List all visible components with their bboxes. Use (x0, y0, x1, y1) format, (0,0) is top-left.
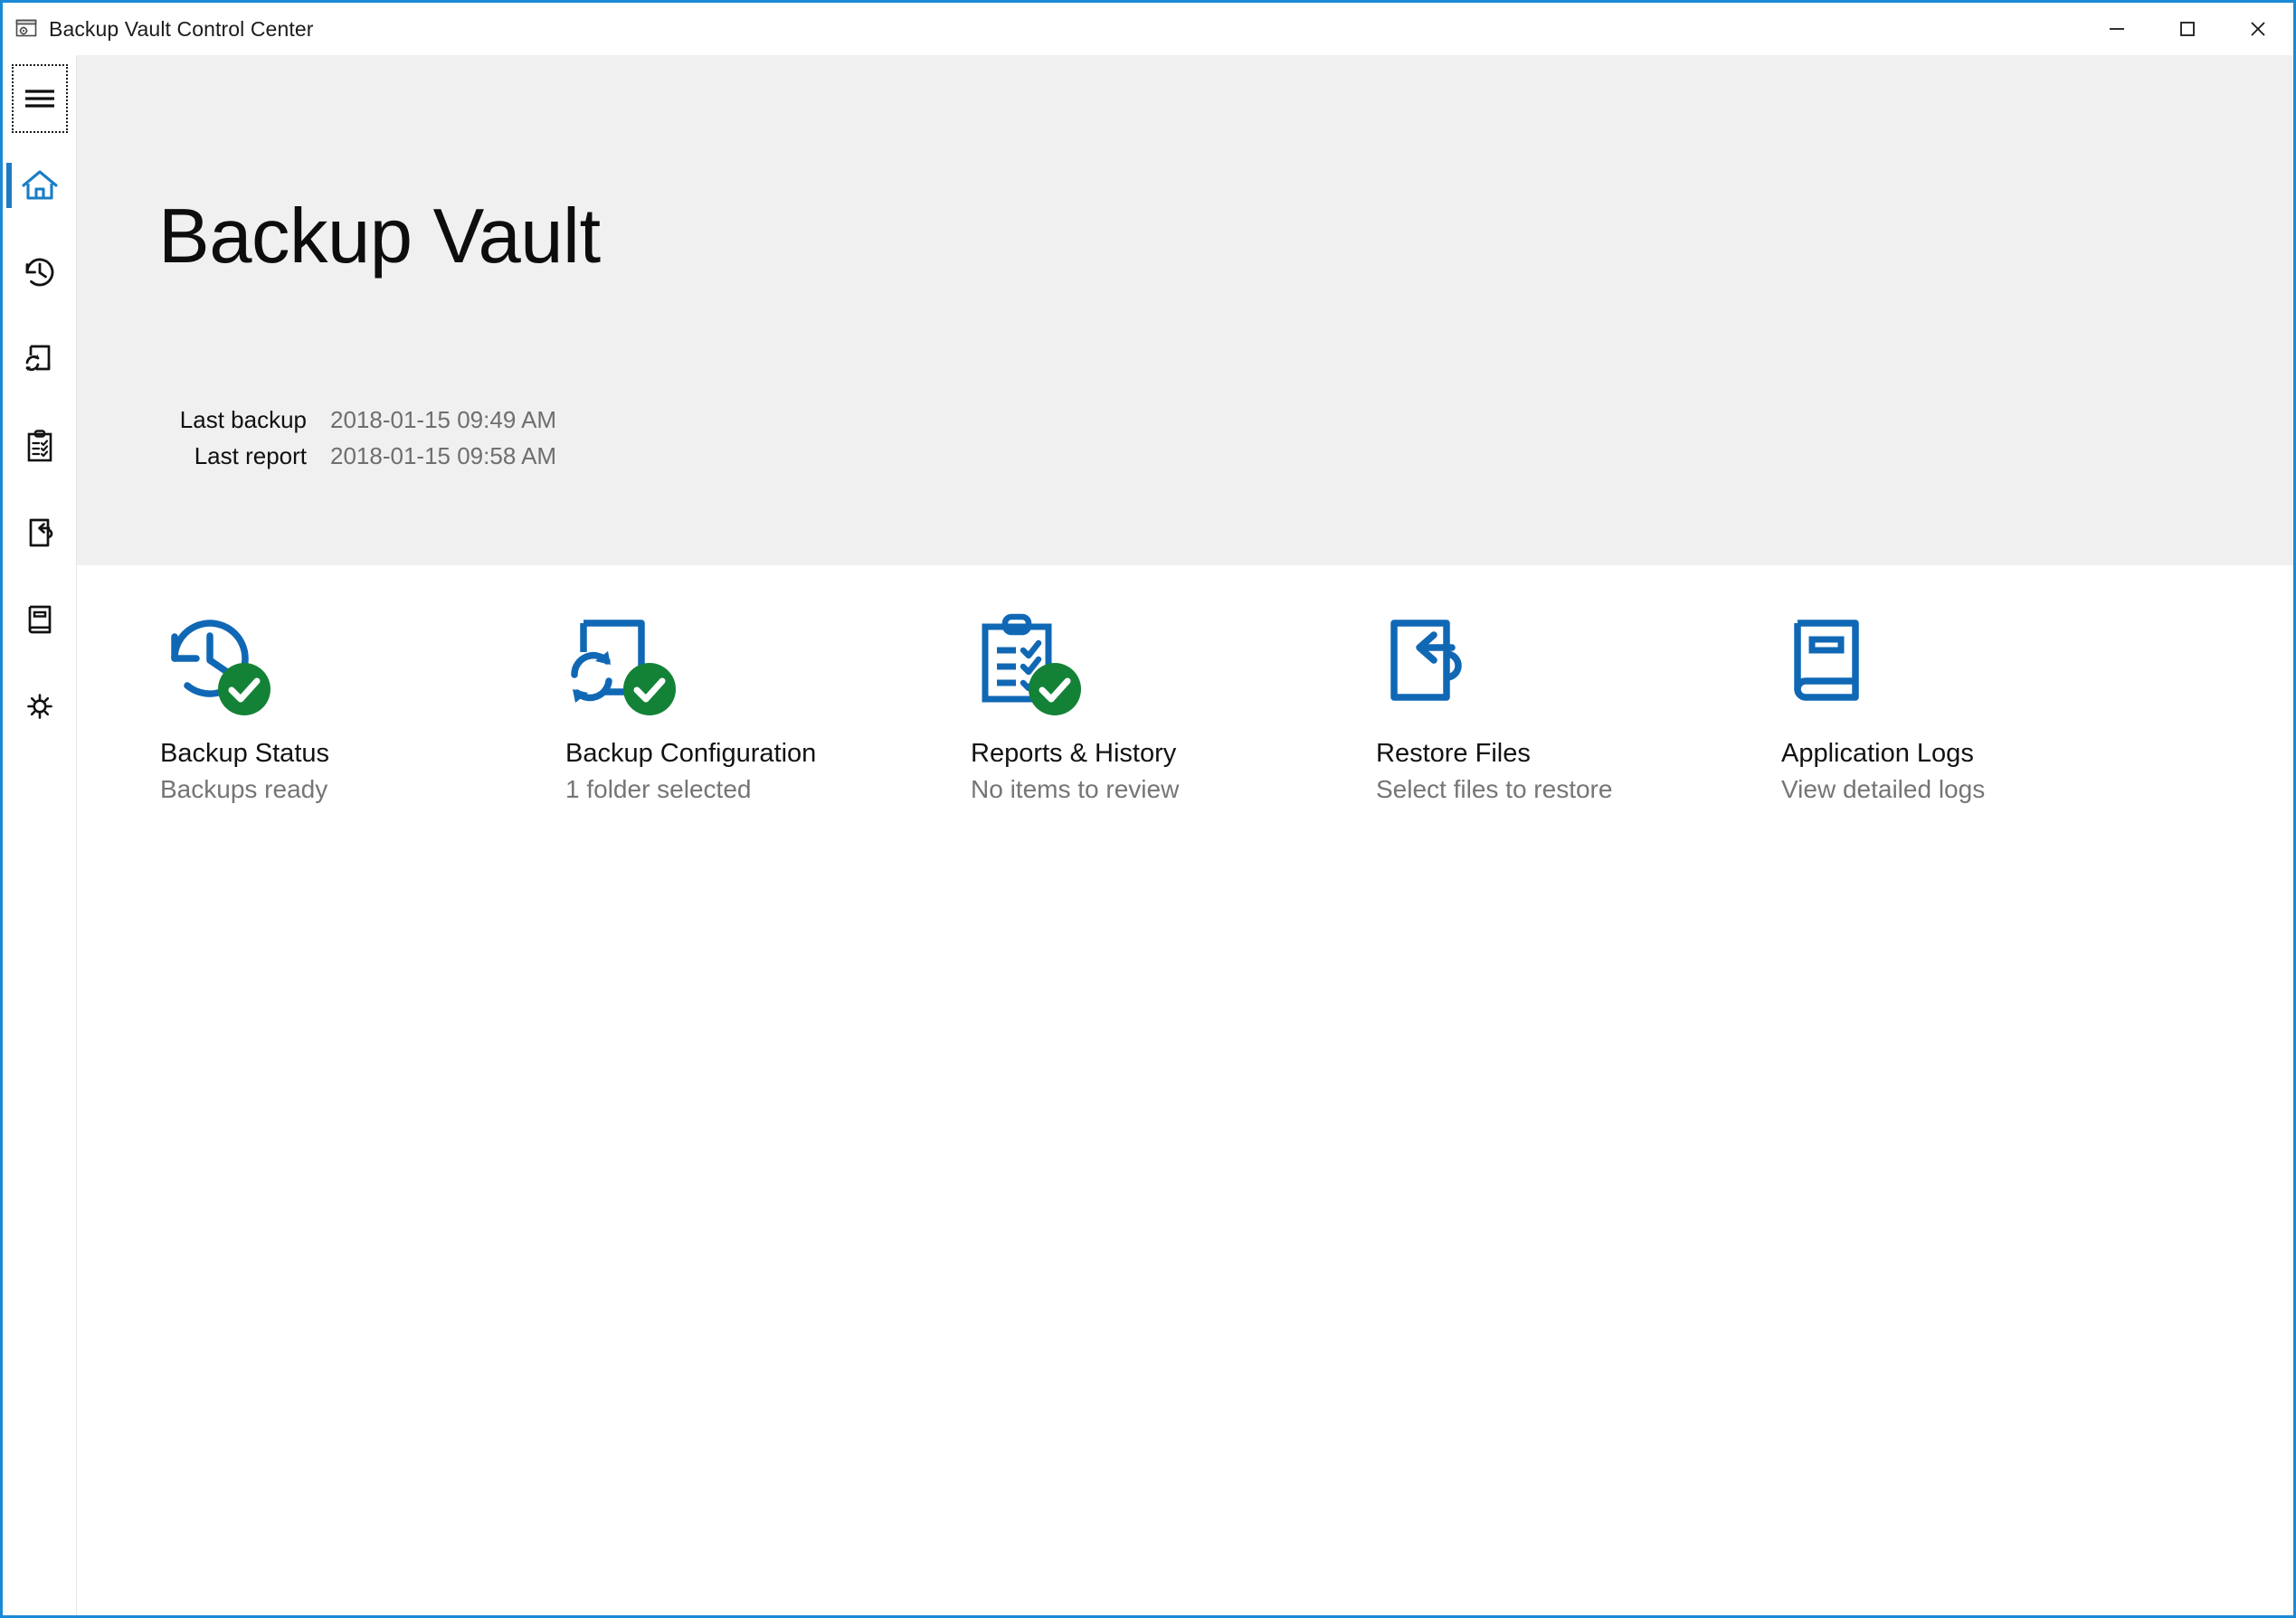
page-title: Backup Vault (158, 194, 601, 279)
book-icon (1794, 620, 1859, 701)
tile-restore-files[interactable]: Restore Files Select files to restore (1376, 609, 1781, 807)
tile-title: Backup Status (160, 739, 329, 768)
tile-application-logs[interactable]: Application Logs View detailed logs (1781, 609, 2187, 807)
sidebar-item-backup-configuration[interactable] (3, 316, 76, 402)
book-icon (28, 605, 51, 634)
home-icon (21, 170, 58, 200)
title-bar: Backup Vault Control Center (3, 3, 2293, 55)
tile-grid: Backup Status Backups ready Backup Confi… (77, 565, 2293, 807)
window-body: Backup Vault Last backup 2018-01-15 09:4… (3, 55, 2293, 1615)
sidebar-navigation (3, 55, 77, 1615)
status-summary: Last backup 2018-01-15 09:49 AM Last rep… (158, 406, 556, 478)
green-check-badge (1029, 663, 1081, 715)
title-bar-left: Backup Vault Control Center (3, 17, 313, 42)
green-check-badge (623, 663, 676, 715)
meta-row-last-backup: Last backup 2018-01-15 09:49 AM (158, 406, 556, 442)
tile-icon-wrapper (1781, 609, 1888, 715)
main-content: Backup Vault Last backup 2018-01-15 09:4… (77, 55, 2293, 1615)
tile-reports-history[interactable]: Reports & History No items to review (971, 609, 1376, 807)
app-window-gear-icon (15, 19, 37, 37)
tile-icon-wrapper (971, 609, 1081, 715)
sidebar-item-settings[interactable] (3, 663, 76, 750)
tile-subtitle: No items to review (971, 775, 1180, 804)
tile-title: Reports & History (971, 739, 1177, 768)
last-report-value: 2018-01-15 09:58 AM (330, 442, 557, 469)
sidebar-item-application-logs[interactable] (3, 576, 76, 663)
tile-icon-wrapper (160, 609, 270, 715)
tile-backup-configuration[interactable]: Backup Configuration 1 folder selected (565, 609, 971, 807)
meta-row-last-report: Last report 2018-01-15 09:58 AM (158, 442, 556, 478)
sidebar-item-backup-status[interactable] (3, 229, 76, 316)
last-backup-value: 2018-01-15 09:49 AM (330, 406, 557, 433)
tile-subtitle: 1 folder selected (565, 775, 752, 804)
tile-subtitle: Select files to restore (1376, 775, 1613, 804)
tile-icon-wrapper (1376, 609, 1483, 715)
window-title: Backup Vault Control Center (49, 16, 314, 41)
tile-subtitle: Backups ready (160, 775, 328, 804)
last-backup-label: Last backup (179, 406, 307, 433)
focus-outline (12, 64, 68, 133)
hero-panel: Backup Vault Last backup 2018-01-15 09:4… (77, 55, 2293, 565)
sidebar-item-reports-history[interactable] (3, 402, 76, 489)
window-controls (2082, 3, 2293, 55)
tile-title: Application Logs (1781, 739, 1974, 768)
sidebar-item-hamburger[interactable] (3, 55, 76, 142)
sidebar-item-restore-files[interactable] (3, 489, 76, 576)
tile-title: Backup Configuration (565, 739, 817, 768)
last-report-label: Last report (194, 442, 307, 469)
minimize-button[interactable] (2082, 3, 2152, 55)
close-icon (2251, 22, 2265, 36)
tile-title: Restore Files (1376, 739, 1531, 768)
green-check-badge (218, 663, 270, 715)
tile-backup-status[interactable]: Backup Status Backups ready (160, 609, 565, 807)
clipboard-checklist-icon (27, 430, 52, 462)
tile-subtitle: View detailed logs (1781, 775, 1986, 804)
page-sync-icon (25, 345, 50, 371)
sidebar-item-home[interactable] (3, 142, 76, 229)
app-window: Backup Vault Control Center Backup Vault… (0, 0, 2296, 1618)
page-restore-arrow-icon (29, 518, 52, 547)
maximize-button[interactable] (2152, 3, 2223, 55)
tile-icon-wrapper (565, 609, 676, 715)
close-button[interactable] (2223, 3, 2293, 55)
page-restore-arrow-icon (1390, 620, 1462, 701)
active-indicator (6, 163, 12, 208)
history-clock-icon (25, 258, 53, 287)
minimize-icon (2110, 28, 2124, 30)
gear-icon (26, 694, 52, 719)
maximize-icon (2180, 22, 2195, 36)
